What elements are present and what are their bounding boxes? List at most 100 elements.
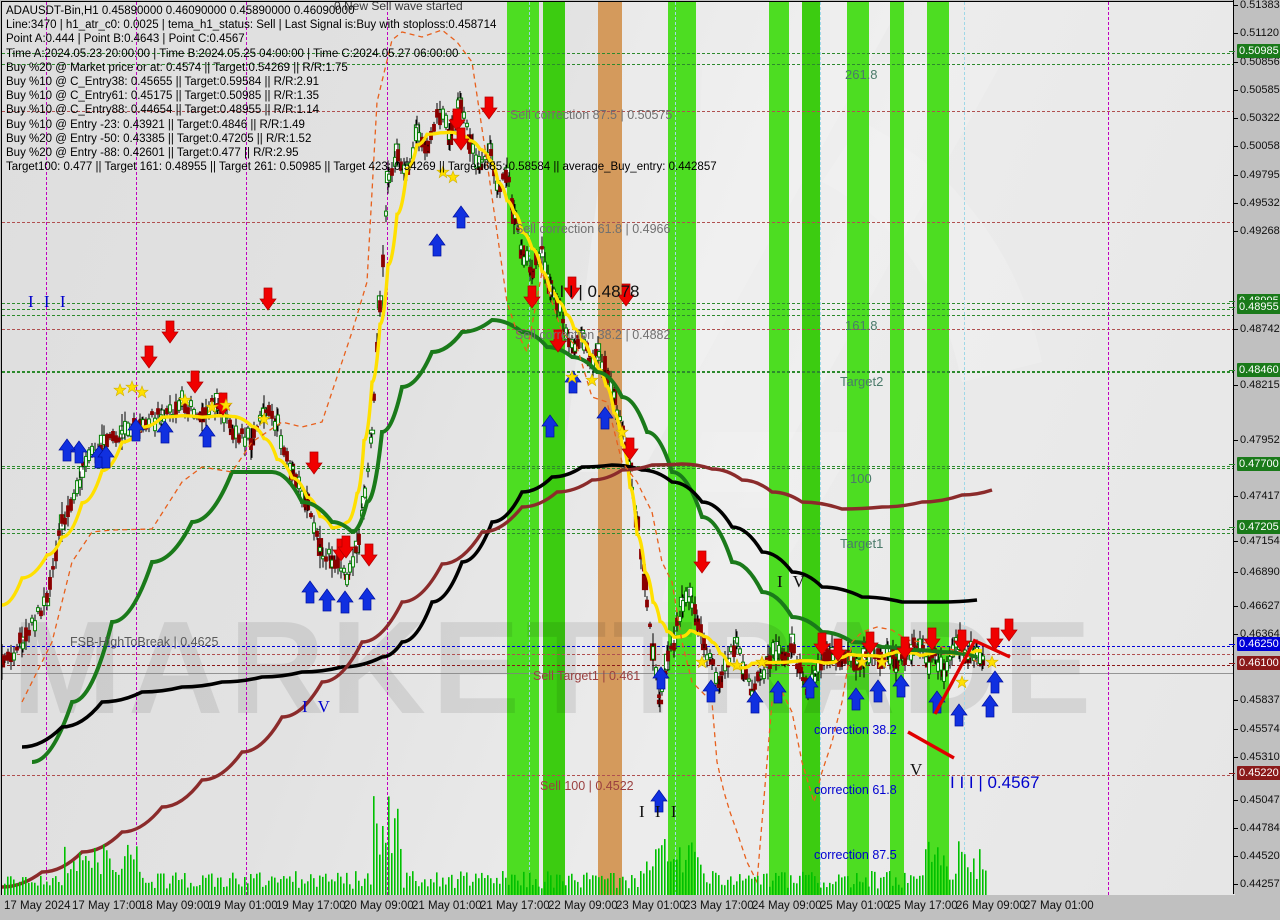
price-tick: 0.48742 [1234, 323, 1280, 335]
buy-arrow-icon [986, 670, 1004, 694]
price-highlight-mark [1229, 307, 1235, 308]
price-tick: 0.45837 [1234, 694, 1280, 706]
price-tick: 0.45574 [1234, 723, 1280, 735]
time-tick: 21 May 01:00 [412, 900, 482, 912]
star-marker-icon [113, 383, 127, 397]
time-tick: 21 May 17:00 [480, 900, 550, 912]
sell-target1: Sell Target1 | 0.461 [533, 669, 641, 683]
price-axis[interactable]: 0.51383 0.51120 0.50856 0.50585 0.50322 0.500… [1229, 0, 1280, 894]
buy-arrow-icon [847, 687, 865, 711]
buy-arrow-icon [198, 424, 216, 448]
info-line-7: Buy %10 @ Entry -23: 0.43921 || Target:0… [6, 118, 305, 131]
wave-iv-mid: I V [777, 572, 808, 591]
star-marker-icon [955, 675, 969, 689]
star-marker-icon [985, 655, 999, 669]
time-tick: 26 May 09:00 [956, 900, 1026, 912]
buy-arrow-icon [336, 590, 354, 614]
correction-875: correction 87.5 [814, 848, 897, 862]
symbol-ohlc-line: ADAUSDT-Bin,H1 0.45890000 0.46090000 0.4… [6, 5, 355, 17]
price-tick: 0.50058 [1234, 140, 1280, 152]
buy-arrow-icon [358, 587, 376, 611]
price-tick: 0.48215 [1234, 379, 1280, 391]
price-tick: 0.49532 [1234, 197, 1280, 209]
price-highlight-0-48460[interactable]: 0.48460 [1237, 363, 1280, 377]
sell-arrow-icon [1000, 618, 1018, 642]
sell-arrow-icon [360, 543, 378, 567]
price-tag-04878: I I I | 0.4878 [550, 282, 640, 301]
correction-618: correction 61.8 [814, 783, 897, 797]
sell-arrow-icon [161, 320, 179, 344]
time-tick: 19 May 17:00 [276, 900, 346, 912]
sell-correction-618: Sell correction 61.8 | 0.4966 [515, 222, 671, 236]
time-tick: 23 May 17:00 [684, 900, 754, 912]
price-highlight-0-46250[interactable]: 0.46250 [1237, 637, 1280, 651]
price-highlight-0-46100[interactable]: 0.46100 [1237, 656, 1280, 670]
price-highlight-mark [1229, 527, 1235, 528]
time-tick: 20 May 09:00 [344, 900, 414, 912]
chart-plot-area[interactable]: MARKETTRADE Sell correction 87.5 | 0.505… [1, 1, 1235, 895]
buy-arrow-icon [769, 680, 787, 704]
buy-arrow-icon [452, 205, 470, 229]
price-tick: 0.46890 [1234, 566, 1280, 578]
time-tick: 27 May 01:00 [1024, 900, 1094, 912]
price-highlight-mark [1229, 370, 1235, 371]
price-tick: 0.49795 [1234, 169, 1280, 181]
price-highlight-0-48955[interactable]: 0.48955 [1237, 300, 1280, 314]
price-tick: 0.45310 [1234, 751, 1280, 763]
sell-arrow-icon [693, 550, 711, 574]
price-tag-04567: I I I | 0.4567 [950, 773, 1040, 792]
correction-382: correction 38.2 [814, 723, 897, 737]
time-tick: 18 May 09:00 [140, 900, 210, 912]
price-highlight-0-47700[interactable]: 0.47700 [1237, 457, 1280, 471]
fsb-high-to-break: FSB-HighToBreak | 0.4625 [70, 635, 219, 649]
buy-arrow-icon [541, 414, 559, 438]
time-axis[interactable]: 17 May 2024 17 May 17:00 18 May 09:00 19 Ma… [0, 895, 1280, 920]
sell-arrow-icon [305, 451, 323, 475]
price-highlight-0-47205[interactable]: 0.47205 [1237, 520, 1280, 534]
level-161-8-label: 161.8 [845, 318, 878, 333]
time-tick: 19 May 01:00 [208, 900, 278, 912]
price-highlight-mark [1229, 644, 1235, 645]
info-line-0: Line:3470 | h1_atr_c0: 0.0025 | tema_h1_… [6, 19, 497, 32]
buy-arrow-icon [58, 438, 76, 462]
sell-arrow-icon [259, 287, 277, 311]
info-line-9: Buy %20 @ Entry -88: 0.42601 || Target:0… [6, 146, 299, 159]
buy-arrow-icon [301, 580, 319, 604]
price-tick: 0.44784 [1234, 822, 1280, 834]
price-tick: 0.45047 [1234, 794, 1280, 806]
price-tick: 0.51383 [1234, 0, 1280, 11]
level-100-label: 100 [850, 471, 872, 486]
sell-arrow-icon [621, 437, 639, 461]
sell-arrow-icon [523, 285, 541, 309]
price-highlight-0-45220[interactable]: 0.45220 [1237, 766, 1280, 780]
info-line-3: Buy %20 @ Market price or at: 0.4574 || … [6, 61, 348, 74]
chart-info-panel: ADAUSDT-Bin,H1 0.45890000 0.46090000 0.4… [6, 4, 717, 174]
price-tick: 0.47417 [1234, 490, 1280, 502]
level-target1-label: Target1 [840, 536, 884, 551]
price-highlight-0-50985[interactable]: 0.50985 [1237, 44, 1280, 58]
wave-iii-left: I I I [28, 292, 69, 311]
sell-100: Sell 100 | 0.4522 [540, 779, 634, 793]
star-marker-icon [125, 380, 139, 394]
buy-arrow-icon [950, 703, 968, 727]
price-tick: 0.46627 [1234, 600, 1280, 612]
sell-arrow-icon [923, 627, 941, 651]
sell-arrow-icon [140, 345, 158, 369]
wave-iii-mid: I I I [639, 802, 680, 821]
time-tick: 23 May 01:00 [616, 900, 686, 912]
time-tick: 17 May 17:00 [72, 900, 142, 912]
level-target2-label: Target2 [840, 374, 884, 389]
price-tick: 0.50322 [1234, 112, 1280, 124]
price-tick: 0.49268 [1234, 225, 1280, 237]
level-261-8-label: 261.8 [845, 67, 878, 82]
info-line-1: Point A:0.444 | Point B:0.4643 | Point C… [6, 33, 245, 46]
price-highlight-mark [1229, 51, 1235, 52]
time-tick: 22 May 09:00 [548, 900, 618, 912]
star-marker-icon [135, 385, 149, 399]
time-tick: 17 May 2024 [4, 900, 71, 912]
buy-arrow-icon [318, 588, 336, 612]
price-tick: 0.47952 [1234, 434, 1280, 446]
buy-arrow-icon [428, 233, 446, 257]
info-line-8: Buy %20 @ Entry -50: 0.43385 || Target:0… [6, 132, 312, 145]
price-tick: 0.47154 [1234, 535, 1280, 547]
